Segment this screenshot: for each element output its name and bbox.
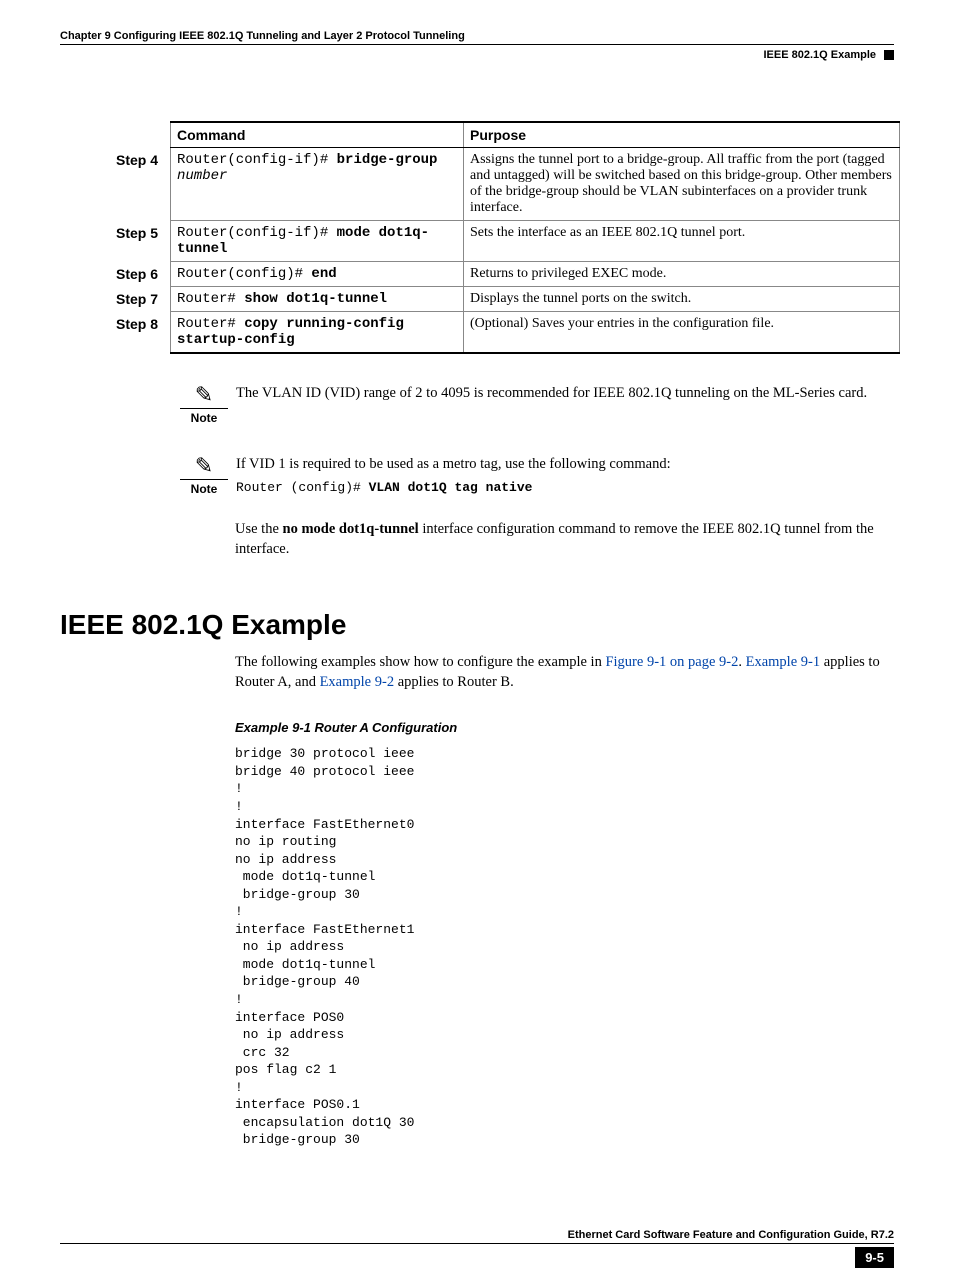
command-cell: Router# show dot1q-tunnel [171,287,464,312]
note-label: Note [180,479,228,496]
note-block: ✎ Note The VLAN ID (VID) range of 2 to 4… [180,384,900,425]
step-label: Step 5 [110,221,171,262]
step-label: Step 7 [110,287,171,312]
step-label: Step 4 [110,148,171,221]
header-rule [60,44,894,45]
table-row: Step 4 Router(config-if)# bridge-group n… [110,148,900,221]
command-cell: Router(config-if)# bridge-group number [171,148,464,221]
header-end-marker-icon [884,50,894,60]
running-header-text: IEEE 802.1Q Example [763,49,876,61]
example-caption: Example 9-1 Router A Configuration [235,720,894,735]
step-label: Step 6 [110,262,171,287]
pencil-icon: ✎ [180,455,228,477]
purpose-header: Purpose [464,122,900,148]
note-text: If VID 1 is required to be used as a met… [236,455,671,496]
table-row: Step 8 Router# copy running-config start… [110,312,900,354]
figure-link[interactable]: Figure 9-1 on page 9-2 [605,654,738,670]
command-cell: Router(config-if)# mode dot1q-tunnel [171,221,464,262]
pencil-icon: ✎ [180,384,228,406]
command-cell: Router# copy running-config startup-conf… [171,312,464,354]
section-title: IEEE 802.1Q Example [60,609,894,641]
purpose-cell: (Optional) Saves your entries in the con… [464,312,900,354]
body-paragraph: Use the no mode dot1q-tunnel interface c… [235,520,900,559]
command-cell: Router(config)# end [171,262,464,287]
note-command: Router (config)# VLAN dot1Q tag native [236,479,671,497]
purpose-cell: Sets the interface as an IEEE 802.1Q tun… [464,221,900,262]
table-row: Step 7 Router# show dot1q-tunnel Display… [110,287,900,312]
example-link[interactable]: Example 9-2 [320,674,395,690]
blank-header [110,122,171,148]
purpose-cell: Displays the tunnel ports on the switch. [464,287,900,312]
page-number: 9-5 [855,1247,894,1268]
purpose-cell: Returns to privileged EXEC mode. [464,262,900,287]
table-row: Step 6 Router(config)# end Returns to pr… [110,262,900,287]
note-block: ✎ Note If VID 1 is required to be used a… [180,455,900,496]
command-header: Command [171,122,464,148]
running-header: IEEE 802.1Q Example [60,49,894,61]
footer-rule [60,1243,894,1244]
note-label: Note [180,408,228,425]
chapter-header: Chapter 9 Configuring IEEE 802.1Q Tunnel… [60,30,894,42]
note-text: The VLAN ID (VID) range of 2 to 4095 is … [236,384,867,404]
page-footer: Ethernet Card Software Feature and Confi… [60,1229,894,1244]
command-table: Command Purpose Step 4 Router(config-if)… [110,121,900,354]
body-paragraph: The following examples show how to confi… [235,653,900,692]
table-row: Step 5 Router(config-if)# mode dot1q-tun… [110,221,900,262]
step-label: Step 8 [110,312,171,354]
purpose-cell: Assigns the tunnel port to a bridge-grou… [464,148,900,221]
code-block: bridge 30 protocol ieee bridge 40 protoc… [235,745,894,1149]
example-link[interactable]: Example 9-1 [746,654,821,670]
